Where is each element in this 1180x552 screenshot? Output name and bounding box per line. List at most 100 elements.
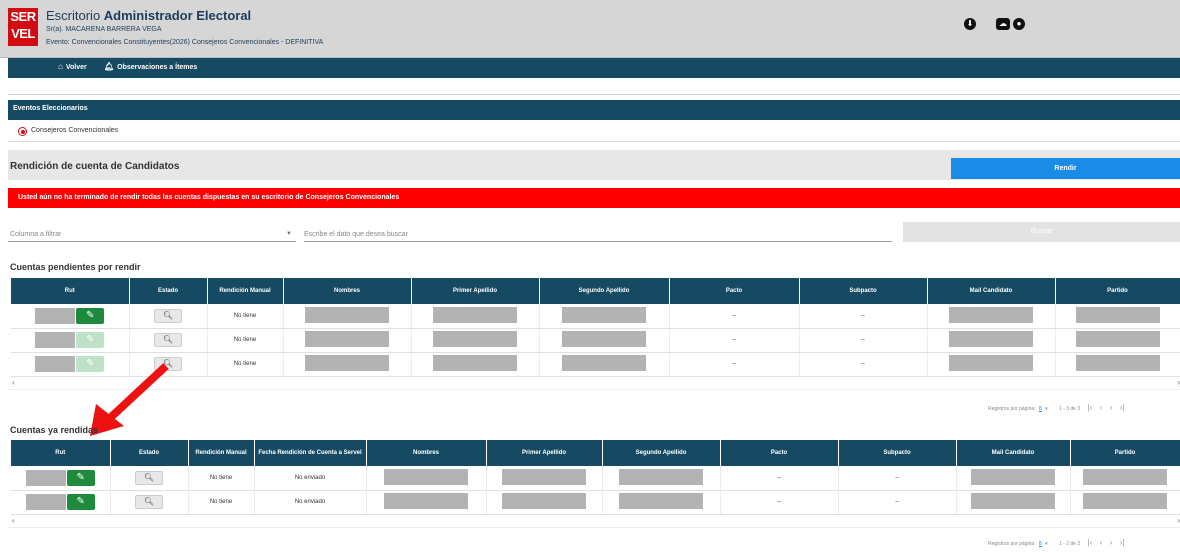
first-page-icon[interactable]: |‹ [1088,403,1093,412]
pending-paginator: Registros por página: 8 ▾ 1 - 3 de 3 |‹ … [988,403,1125,412]
col-primer-apellido[interactable]: Primer Apellido [411,278,540,304]
redacted-block [305,355,389,371]
page-size-select[interactable]: 8 [1039,541,1042,547]
servel-logo: SER VEL [8,8,38,46]
rut-redacted [25,469,66,486]
col-nombres[interactable]: Nombres [283,278,412,304]
redacted-block [1075,355,1160,371]
rendir-button[interactable]: Rendir [951,158,1180,179]
edit-button[interactable]: ✎ [66,469,95,486]
rut-redacted [35,356,76,372]
redacted-block [433,331,517,347]
col-rut[interactable]: Rut [11,278,130,304]
download-icon[interactable]: ⬇ [964,18,976,30]
rut-redacted [35,307,76,324]
redacted-block [562,331,646,347]
col-subpacto[interactable]: Subpacto [799,278,928,304]
prev-page-icon[interactable]: ‹ [1100,538,1103,547]
col-segundo-apellido[interactable]: Segundo Apellido [602,440,721,466]
page-size-select[interactable]: 8 [1039,406,1042,412]
col-rendicion-manual[interactable]: Rendición Manual [207,278,284,304]
events-header: Eventos Eleccionarios [8,100,1180,120]
view-button[interactable]: 🔍︎ [135,495,163,509]
redacted-block [619,493,703,509]
redacted-block [502,468,586,485]
col-mail[interactable]: Mail Candidato [956,440,1071,466]
page-size-arrow-icon[interactable]: ▾ [1045,541,1048,547]
manual-cell: No tiene [207,352,284,377]
column-filter-placeholder: Columna a filtrar [10,231,62,238]
buscar-button[interactable]: Buscar [903,222,1180,242]
view-button[interactable]: 🔍︎ [154,333,182,347]
redacted-block [562,306,646,323]
redacted-block [619,468,703,485]
manual-cell: No tiene [188,490,255,515]
horizontal-scrollbar[interactable]: ‹ › [8,516,1180,528]
search-input[interactable]: Escribe el dato que desea buscar [304,228,892,242]
page-size-arrow-icon[interactable]: ▾ [1045,406,1048,412]
col-partido[interactable]: Partido [1055,278,1180,304]
pending-title: Cuentas pendientes por rendir [10,262,141,272]
pager-label: Registros por página: [988,541,1036,547]
cloud-upload-icon[interactable]: ☁ [996,18,1010,30]
pending-table: Rut Estado Rendición Manual Nombres Prim… [11,278,1180,377]
fecha-cell: No enviado [254,466,367,491]
view-button[interactable]: 🔍︎ [135,470,163,485]
pacto-cell: – [669,352,800,377]
bell-icon: 🔔︎ [104,62,115,71]
app-title: Escritorio Administrador Electoral [46,8,252,23]
horizontal-scrollbar[interactable]: ‹ › [8,378,1180,390]
first-page-icon[interactable]: |‹ [1088,538,1093,547]
scroll-left-icon[interactable]: ‹ [12,516,15,525]
event-option[interactable]: Consejeros Convencionales [8,122,1180,142]
last-page-icon[interactable]: ›| [1120,538,1125,547]
table-row: ✎ 🔍︎ No tiene – – [11,328,1180,353]
col-pacto[interactable]: Pacto [669,278,800,304]
scroll-left-icon[interactable]: ‹ [12,378,15,387]
last-page-icon[interactable]: ›| [1120,403,1125,412]
home-icon: ⌂ [58,62,63,71]
col-nombres[interactable]: Nombres [366,440,487,466]
next-page-icon[interactable]: › [1110,403,1113,412]
edit-button[interactable]: ✎ [76,332,105,348]
subpacto-cell: – [838,490,957,515]
user-account-icon[interactable]: ● [1013,18,1025,30]
redacted-block [433,355,517,371]
redacted-block [1075,331,1160,347]
back-link[interactable]: ⌂ Volver [58,62,87,71]
view-button[interactable]: 🔍︎ [154,308,182,323]
events-title: Eventos Eleccionarios [13,105,88,112]
fecha-cell: No enviado [254,490,367,515]
redacted-block [384,493,468,509]
col-estado[interactable]: Estado [129,278,208,304]
redacted-block [562,355,646,371]
event-radio[interactable] [18,127,27,136]
pager-range: 1 - 2 de 2 [1059,541,1081,547]
col-pacto[interactable]: Pacto [720,440,839,466]
col-rendicion-manual[interactable]: Rendición Manual [188,440,255,466]
redacted-block [433,306,517,323]
event-option-label: Consejeros Convencionales [31,127,119,134]
col-partido[interactable]: Partido [1070,440,1180,466]
rendicion-title: Rendición de cuenta de Candidatos [10,161,180,172]
edit-button[interactable]: ✎ [66,494,95,510]
subpacto-cell: – [799,328,928,353]
column-filter-select[interactable]: Columna a filtrar ▼ [8,228,296,242]
manual-cell: No tiene [207,304,284,329]
user-name: Sr(a). MACARENA BARRERA VEGA [46,26,162,33]
col-rut[interactable]: Rut [11,440,111,466]
col-mail[interactable]: Mail Candidato [927,278,1056,304]
col-primer-apellido[interactable]: Primer Apellido [486,440,603,466]
col-subpacto[interactable]: Subpacto [838,440,957,466]
next-page-icon[interactable]: › [1110,538,1113,547]
rut-redacted [35,332,76,348]
pager-range: 1 - 3 de 3 [1059,406,1081,412]
col-segundo-apellido[interactable]: Segundo Apellido [539,278,670,304]
observations-link[interactable]: 🔔︎ Observaciones a Ítemes [104,62,197,71]
edit-button[interactable]: ✎ [76,307,105,324]
event-name: Evento: Convencionales Constituyentes(20… [46,39,324,46]
col-estado[interactable]: Estado [110,440,189,466]
table-row: ✎ 🔍︎ No tiene No enviado – – [11,490,1180,515]
col-fecha-rendicion[interactable]: Fecha Rendición de Cuenta a Servel [254,440,367,466]
prev-page-icon[interactable]: ‹ [1100,403,1103,412]
